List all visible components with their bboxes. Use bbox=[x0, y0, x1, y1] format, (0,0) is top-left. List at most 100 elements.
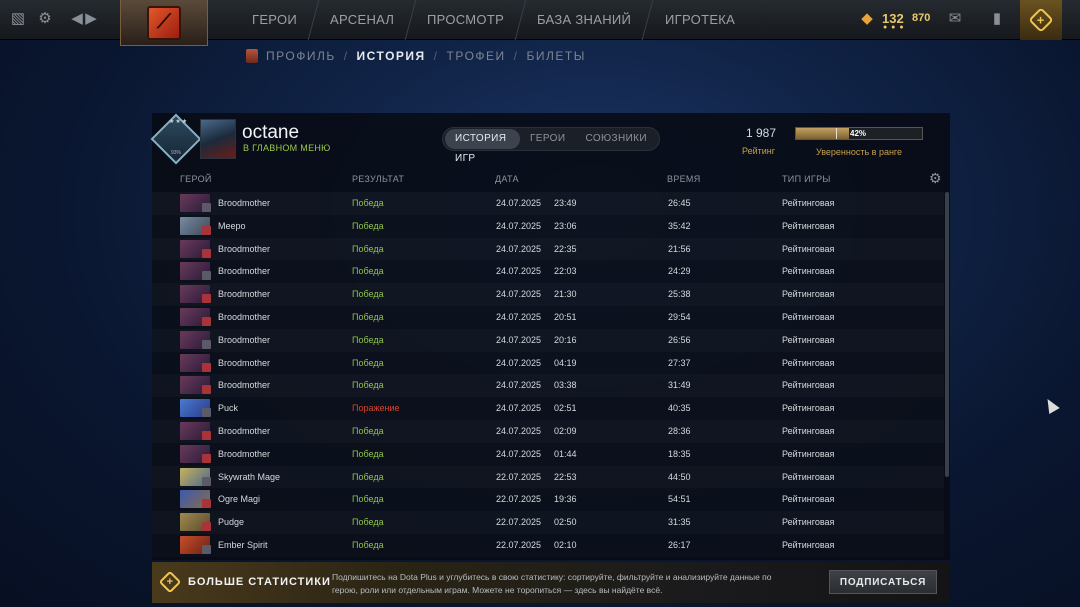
mail-icon[interactable]: ✉ bbox=[946, 10, 964, 28]
confidence-fill bbox=[796, 128, 849, 139]
forward-arrow-icon[interactable]: ▶ bbox=[82, 10, 100, 28]
subnav-profile[interactable]: ПРОФИЛЬ bbox=[266, 49, 336, 63]
table-row[interactable]: Broodmother Победа 24.07.2025 23:49 26:45 Рей… bbox=[152, 192, 944, 215]
role-badge-icon bbox=[202, 316, 211, 326]
tab-match-history[interactable]: ИСТОРИЯ ИГР bbox=[445, 129, 520, 164]
table-row[interactable]: Pudge Победа 22.07.2025 02:50 31:35 Рейтингов… bbox=[152, 511, 944, 534]
match-result: Победа bbox=[352, 311, 384, 322]
table-row[interactable]: Skywrath Mage Победа 22.07.2025 22:53 44:50 Р… bbox=[152, 466, 944, 489]
table-row[interactable]: Broodmother Победа 24.07.2025 22:03 24:29 Рей… bbox=[152, 260, 944, 283]
table-row[interactable]: Broodmother Победа 24.07.2025 04:19 27:37 Рей… bbox=[152, 352, 944, 375]
table-row[interactable]: Broodmother Победа 24.07.2025 01:44 18:35 Рей… bbox=[152, 443, 944, 466]
confidence-marker bbox=[836, 128, 837, 139]
nav-armory[interactable]: АРСЕНАЛ bbox=[308, 0, 417, 40]
match-duration: 44:50 bbox=[668, 471, 691, 482]
match-date: 24.07.2025 bbox=[496, 289, 542, 300]
match-clock: 20:16 bbox=[554, 334, 577, 345]
match-date: 22.07.2025 bbox=[496, 517, 542, 528]
mouse-cursor-icon bbox=[1042, 395, 1060, 415]
table-row[interactable]: Puck Поражение 24.07.2025 02:51 40:35 Рейтинг… bbox=[152, 397, 944, 420]
match-date: 22.07.2025 bbox=[496, 539, 542, 550]
table-row[interactable]: Broodmother Победа 24.07.2025 20:16 26:56 Рей… bbox=[152, 329, 944, 352]
match-duration: 26:56 bbox=[668, 334, 691, 345]
table-row[interactable]: Broodmother Победа 24.07.2025 03:38 31:49 Рей… bbox=[152, 374, 944, 397]
match-history-panel: ★★★ 93% octane В ГЛАВНОМ МЕНЮ ИСТОРИЯ ИГ… bbox=[150, 113, 950, 560]
table-row[interactable]: Broodmother Победа 24.07.2025 02:09 28:36 Рей… bbox=[152, 420, 944, 443]
column-header-date[interactable]: ДАТА bbox=[495, 174, 519, 184]
role-badge-icon bbox=[202, 453, 211, 463]
subnav-tickets[interactable]: БИЛЕТЫ bbox=[527, 49, 586, 63]
nav-arcade[interactable]: ИГРОТЕКА bbox=[643, 0, 756, 40]
match-duration: 24:29 bbox=[668, 266, 691, 277]
hero-name: Broodmother bbox=[218, 198, 271, 208]
match-duration: 31:49 bbox=[668, 380, 691, 391]
hero-name: Broodmother bbox=[218, 266, 271, 277]
column-header-result[interactable]: РЕЗУЛЬТАТ bbox=[352, 174, 404, 184]
match-clock: 22:35 bbox=[554, 243, 577, 254]
game-type: Рейтинговая bbox=[782, 357, 835, 368]
tab-allies[interactable]: СОЮЗНИКИ bbox=[575, 129, 657, 149]
column-header-game-type[interactable]: ТИП ИГРЫ bbox=[782, 174, 831, 184]
top-bar: ▧ ⚙ ◀ ▶ ⟋ ГЕРОИ АРСЕНАЛ ПРОСМОТР БАЗА ЗН… bbox=[0, 0, 1080, 46]
match-clock: 03:38 bbox=[554, 380, 577, 391]
table-row[interactable]: Broodmother Победа 24.07.2025 22:35 21:56 Рей… bbox=[152, 238, 944, 261]
table-row[interactable]: Meepo Победа 24.07.2025 23:06 35:42 Рейтингов… bbox=[152, 215, 944, 238]
main-nav: ГЕРОИ АРСЕНАЛ ПРОСМОТР БАЗА ЗНАНИЙ ИГРОТ… bbox=[230, 0, 751, 40]
dota-menu-icon[interactable]: ▧ bbox=[9, 10, 27, 28]
game-type: Рейтинговая bbox=[782, 289, 835, 300]
rank-percentile: 93% bbox=[171, 150, 182, 156]
game-type: Рейтинговая bbox=[782, 220, 835, 231]
game-type: Рейтинговая bbox=[782, 448, 835, 459]
match-date: 24.07.2025 bbox=[496, 243, 542, 254]
settings-gear-icon[interactable]: ⚙ bbox=[36, 10, 54, 28]
inventory-icon[interactable]: ▮ bbox=[988, 10, 1006, 28]
rating-value: 1 987 bbox=[746, 126, 777, 140]
match-duration: 25:38 bbox=[668, 289, 691, 300]
nav-learn[interactable]: БАЗА ЗНАНИЙ bbox=[515, 0, 654, 40]
match-clock: 23:06 bbox=[554, 220, 577, 231]
subnav-separator: / bbox=[513, 49, 519, 63]
shards-icon: ◆ bbox=[861, 10, 873, 27]
avatar[interactable] bbox=[200, 119, 236, 159]
column-header-hero[interactable]: ГЕРОЙ bbox=[180, 174, 212, 184]
subnav-trophies[interactable]: ТРОФЕИ bbox=[447, 49, 506, 63]
game-type: Рейтинговая bbox=[782, 425, 835, 436]
match-clock: 19:36 bbox=[554, 494, 577, 505]
match-duration: 54:51 bbox=[668, 494, 691, 505]
table-row[interactable]: Ember Spirit Победа 22.07.2025 02:10 26:17 Ре… bbox=[152, 534, 944, 557]
confidence-label: Уверенность в ранге bbox=[816, 147, 903, 157]
match-duration: 28:36 bbox=[668, 425, 691, 436]
subnav-history[interactable]: ИСТОРИЯ bbox=[357, 49, 426, 63]
dota-plus-icon: + bbox=[1028, 7, 1054, 33]
dota-plus-button[interactable]: + bbox=[1020, 0, 1062, 40]
subscribe-button[interactable]: ПОДПИСАТЬСЯ bbox=[829, 570, 937, 594]
role-badge-icon bbox=[202, 544, 211, 554]
match-duration: 29:54 bbox=[668, 311, 691, 322]
hero-name: Pudge bbox=[218, 517, 245, 528]
match-duration: 31:35 bbox=[668, 517, 691, 528]
role-badge-icon bbox=[202, 385, 211, 395]
nav-watch[interactable]: ПРОСМОТР bbox=[405, 0, 527, 40]
game-type: Рейтинговая bbox=[782, 539, 835, 550]
table-row[interactable]: Broodmother Победа 24.07.2025 21:30 25:38 Рей… bbox=[152, 283, 944, 306]
match-result: Победа bbox=[352, 494, 384, 505]
scrollbar[interactable] bbox=[945, 192, 949, 477]
table-row[interactable]: Broodmother Победа 24.07.2025 20:51 29:54 Рей… bbox=[152, 306, 944, 329]
table-settings-gear-icon[interactable]: ⚙ bbox=[929, 170, 942, 187]
hero-name: Meepo bbox=[218, 220, 246, 231]
match-date: 22.07.2025 bbox=[496, 471, 542, 482]
hero-name: Broodmother bbox=[218, 311, 271, 322]
match-date: 24.07.2025 bbox=[496, 425, 542, 436]
match-result: Победа bbox=[352, 380, 384, 391]
match-result: Победа bbox=[352, 471, 384, 482]
match-date: 24.07.2025 bbox=[496, 403, 542, 414]
tab-heroes[interactable]: ГЕРОИ bbox=[520, 129, 576, 149]
table-row[interactable]: Ogre Magi Победа 22.07.2025 19:36 54:51 Рейти… bbox=[152, 488, 944, 511]
column-header-time[interactable]: ВРЕМЯ bbox=[667, 174, 701, 184]
match-date: 24.07.2025 bbox=[496, 220, 542, 231]
match-clock: 22:03 bbox=[554, 266, 577, 277]
role-badge-icon bbox=[202, 362, 211, 372]
match-date: 24.07.2025 bbox=[496, 334, 542, 345]
nav-heroes[interactable]: ГЕРОИ bbox=[230, 0, 320, 40]
dota-logo-button[interactable]: ⟋ bbox=[120, 0, 208, 46]
